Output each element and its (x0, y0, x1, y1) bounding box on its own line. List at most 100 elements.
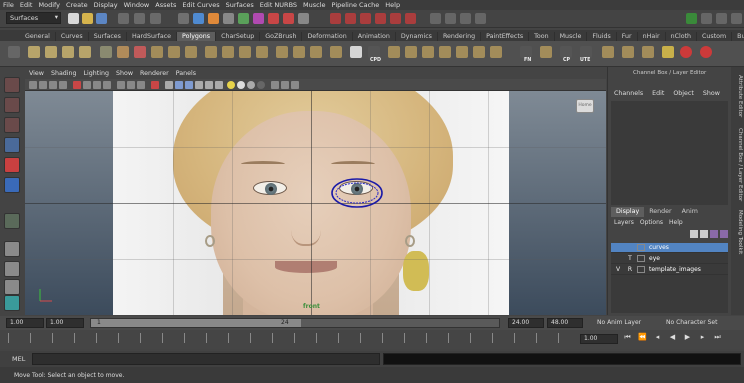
append-polygon-icon[interactable] (293, 46, 305, 58)
poly-sphere-icon[interactable] (28, 46, 40, 58)
combine-icon[interactable] (134, 46, 146, 58)
new-scene-icon[interactable] (68, 13, 79, 24)
menu-create[interactable]: Create (63, 1, 91, 9)
cp-icon[interactable] (560, 46, 572, 58)
boolean-difference-icon[interactable] (222, 46, 234, 58)
shelf-tab-custom[interactable]: Custom (697, 32, 733, 41)
step-back-key-icon[interactable]: ⏪ (635, 333, 650, 345)
shelf-tab-curves[interactable]: Curves (56, 32, 89, 41)
shelf-tab-fur[interactable]: Fur (617, 32, 638, 41)
poly-cube-icon[interactable] (45, 46, 57, 58)
film-gate-icon[interactable] (83, 81, 91, 89)
anim-layer-selector[interactable]: No Anim Layer (597, 319, 659, 326)
new-layer-icon[interactable] (690, 230, 698, 238)
layer-up-icon[interactable] (710, 230, 718, 238)
ambient-occlusion-icon[interactable] (247, 81, 255, 89)
poly-torus-icon[interactable] (117, 46, 129, 58)
go-to-start-icon[interactable]: ⏮ (620, 333, 635, 345)
safe-action-icon[interactable] (127, 81, 135, 89)
bridge-icon[interactable] (276, 46, 288, 58)
panel-menu-view[interactable]: View (29, 70, 44, 77)
poly-plane-icon[interactable] (100, 46, 112, 58)
shelf-tab-fluids[interactable]: Fluids (587, 32, 617, 41)
shelf-tab-dynamics[interactable]: Dynamics (396, 32, 438, 41)
snap-curve-icon[interactable] (345, 13, 356, 24)
range-slider-handle[interactable]: 1 24 (91, 319, 301, 327)
menu-set-selector[interactable]: Surfaces (6, 12, 61, 24)
playback-start-field[interactable]: 1.00 (46, 318, 84, 328)
poly-cylinder-icon[interactable] (62, 46, 74, 58)
single-perspective-layout-icon[interactable] (4, 241, 20, 257)
menu-muscle[interactable]: Muscle (300, 1, 329, 9)
smooth-icon[interactable] (185, 46, 197, 58)
menu-file[interactable]: File (0, 1, 17, 9)
gate-mask-icon[interactable] (103, 81, 111, 89)
fill-hole-icon[interactable] (310, 46, 322, 58)
image-plane-icon[interactable] (59, 81, 67, 89)
render-view-icon[interactable] (430, 13, 441, 24)
tab-render[interactable]: Render (644, 207, 676, 217)
show-menu[interactable]: Show (703, 90, 720, 100)
reduce-icon[interactable] (490, 46, 502, 58)
select-camera-icon[interactable] (29, 81, 37, 89)
select-by-deformation-icon[interactable] (253, 13, 264, 24)
go-to-end-icon[interactable]: ⏭ (710, 333, 725, 345)
isolate-select-icon[interactable] (151, 81, 159, 89)
step-back-icon[interactable]: ◂ (650, 333, 665, 345)
panel-menu-show[interactable]: Show (116, 70, 133, 77)
shelf-tab-rendering[interactable]: Rendering (438, 32, 482, 41)
menu-edit[interactable]: Edit (17, 1, 36, 9)
menu-display[interactable]: Display (91, 1, 121, 9)
snap-view-plane-icon[interactable] (375, 13, 386, 24)
layer-color-swatch[interactable] (637, 244, 645, 251)
motion-blur-icon[interactable] (281, 81, 289, 89)
extrude-icon[interactable] (256, 46, 268, 58)
collapse-icon[interactable] (439, 46, 451, 58)
menu-pipeline-cache[interactable]: Pipeline Cache (329, 1, 383, 9)
select-by-render-icon[interactable] (283, 13, 294, 24)
separate-icon[interactable] (151, 46, 163, 58)
normals-icon[interactable] (540, 46, 552, 58)
select-by-joint-icon[interactable] (208, 13, 219, 24)
shelf-tab-polygons[interactable]: Polygons (177, 32, 217, 41)
grid-toggle-icon[interactable] (73, 81, 81, 89)
options-menu[interactable]: Options (640, 219, 663, 229)
poly-cone-icon[interactable] (79, 46, 91, 58)
layer-type[interactable]: R (625, 266, 635, 273)
shelf-tab-muscle[interactable]: Muscle (555, 32, 588, 41)
menu-edit-curves[interactable]: Edit Curves (179, 1, 222, 9)
layers-menu[interactable]: Layers (614, 219, 634, 229)
select-by-surface-icon[interactable] (238, 13, 249, 24)
rotate-tool-icon[interactable] (4, 157, 20, 173)
scale-tool-icon[interactable] (4, 177, 20, 193)
shelf-tab-painteffects[interactable]: PaintEffects (481, 32, 530, 41)
select-hierarchy-icon[interactable] (118, 13, 129, 24)
play-backward-icon[interactable]: ◀ (665, 333, 680, 345)
panel-menu-lighting[interactable]: Lighting (84, 70, 109, 77)
shelf-menu-icon[interactable] (8, 46, 20, 58)
paint-select-tool-icon[interactable] (4, 117, 20, 133)
side-tab-attribute-editor[interactable]: Attribute Editor (732, 73, 743, 119)
shelf-tab-surfaces[interactable]: Surfaces (89, 32, 127, 41)
select-misc-icon[interactable] (298, 13, 309, 24)
extract-icon[interactable] (168, 46, 180, 58)
lasso-tool-icon[interactable] (4, 97, 20, 113)
save-scene-icon[interactable] (96, 13, 107, 24)
layer-row-eye[interactable]: T eye (611, 254, 728, 264)
shelf-tab-general[interactable]: General (20, 32, 56, 41)
split-polygon-icon[interactable] (330, 46, 342, 58)
layer-row-template-images[interactable]: V R template_images (611, 265, 728, 275)
edit-menu[interactable]: Edit (652, 90, 664, 100)
eye-curve[interactable] (330, 177, 385, 210)
delete-edge-icon[interactable] (456, 46, 468, 58)
render-settings-icon[interactable] (475, 13, 486, 24)
no-entry-2-icon[interactable] (700, 46, 712, 58)
new-layer-selected-icon[interactable] (700, 230, 708, 238)
animation-start-field[interactable]: 1.00 (6, 318, 44, 328)
freeze-icon[interactable] (662, 46, 674, 58)
last-tool-icon[interactable] (4, 213, 20, 229)
range-slider[interactable]: 1 24 (90, 318, 500, 328)
shelf-tab-charsetup[interactable]: CharSetup (216, 32, 261, 41)
camera-attributes-icon[interactable] (39, 81, 47, 89)
command-language-label[interactable]: MEL (12, 355, 25, 363)
